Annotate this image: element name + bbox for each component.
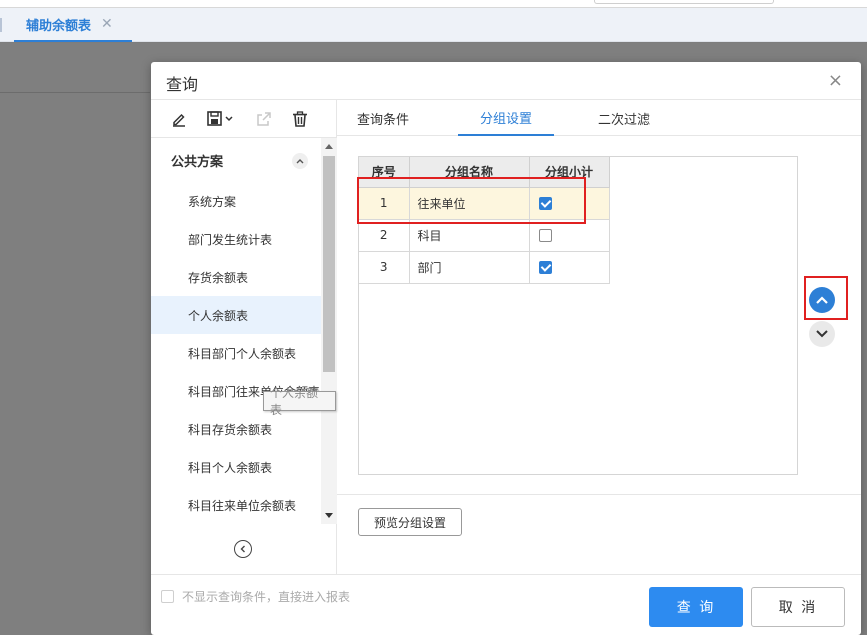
tab-query-conditions[interactable]: 查询条件 [357,100,409,136]
header-no: 序号 [359,157,410,188]
move-down-icon[interactable] [809,321,835,347]
scroll-down-arrow[interactable] [325,513,333,518]
item-tooltip: 个人余额表 [263,386,336,417]
tab-secondary-filter[interactable]: 二次过滤 [598,100,650,136]
tab-separator [0,18,2,32]
cell-no: 3 [359,251,410,284]
table-row[interactable]: 2 科目 [359,219,610,252]
group-table: 序号 分组名称 分组小计 1 往来单位 2 科目 3 部门 [359,157,610,284]
scroll-up-arrow[interactable] [325,144,333,149]
cell-group-name[interactable]: 部门 [409,251,530,284]
subtotal-checkbox[interactable] [538,197,552,210]
save-icon[interactable] [206,108,236,130]
query-button[interactable]: 查 询 [649,587,743,627]
settings-tabs: 查询条件 分组设置 二次过滤 [337,100,861,136]
list-item[interactable]: 科目部门个人余额表 [151,334,321,372]
tab-group-settings[interactable]: 分组设置 [458,100,554,136]
dialog-footer: 不显示查询条件，直接进入报表 查 询 取 消 [151,574,861,635]
preview-group-button[interactable]: 预览分组设置 [358,508,462,536]
skip-conditions-label: 不显示查询条件，直接进入报表 [182,590,351,604]
cell-no: 1 [359,187,410,220]
dialog-close-icon[interactable]: × [828,70,843,91]
cell-subtotal [529,251,610,284]
table-header-row: 序号 分组名称 分组小计 [359,157,610,188]
search-box-edge[interactable] [594,0,774,4]
background-divider [0,92,150,93]
tab-aux-balance[interactable]: 辅助余额表 ✕ [14,8,132,42]
scheme-list: 公共方案 系统方案 部门发生统计表 存货余额表 个人余额表 科目部门个人余额表 科目部门往… [151,138,337,524]
cell-group-name[interactable]: 科目 [409,219,530,252]
list-item[interactable]: 个人余额表 [151,296,321,334]
list-item[interactable]: 系统方案 [151,182,321,220]
list-item[interactable]: 科目个人余额表 [151,448,321,486]
list-item[interactable]: 存货余额表 [151,258,321,296]
tab-close-icon[interactable]: ✕ [101,16,113,32]
cell-no: 2 [359,219,410,252]
tab-label: 辅助余额表 [26,18,92,34]
settings-panel: 查询条件 分组设置 二次过滤 序号 分组名称 分组小计 1 往来单位 2 科目 3 部门 … [337,100,861,574]
list-item[interactable]: 科目往来单位余额表 [151,486,321,524]
skip-conditions-option[interactable]: 不显示查询条件，直接进入报表 [161,588,350,605]
cancel-button[interactable]: 取 消 [751,587,845,627]
header-group-name: 分组名称 [409,157,530,188]
tab-bar: 辅助余额表 ✕ [0,8,867,42]
skip-conditions-checkbox[interactable] [161,590,174,603]
panel-divider [337,494,861,495]
group-public-schemes[interactable]: 公共方案 [151,138,337,182]
table-row[interactable]: 3 部门 [359,251,610,284]
highlight-box-move-up [804,276,848,320]
query-dialog: 查询 × 公共方案 系统方案 部门发生统计表 存货余额表 个人余额表 科目部门个… [151,62,861,635]
cell-group-name[interactable]: 往来单位 [409,187,530,220]
cell-subtotal [529,187,610,220]
scrollbar-thumb[interactable] [323,156,335,372]
cell-subtotal [529,219,610,252]
header-subtotal: 分组小计 [529,157,610,188]
dialog-header: 查询 × [151,62,861,100]
group-label: 公共方案 [171,154,224,170]
collapse-panel-icon[interactable] [234,540,252,558]
scheme-toolbar [151,100,336,138]
table-row[interactable]: 1 往来单位 [359,187,610,220]
export-icon[interactable] [253,108,275,130]
group-grid: 序号 分组名称 分组小计 1 往来单位 2 科目 3 部门 [358,156,798,475]
scheme-list-scrollbar[interactable] [321,138,337,524]
top-bar [0,0,867,8]
delete-icon[interactable] [289,108,311,130]
subtotal-checkbox[interactable] [538,261,552,274]
dialog-title: 查询 [166,75,199,94]
scheme-panel: 公共方案 系统方案 部门发生统计表 存货余额表 个人余额表 科目部门个人余额表 科目部门往… [151,100,337,574]
list-item[interactable]: 部门发生统计表 [151,220,321,258]
edit-icon[interactable] [168,108,190,130]
chevron-up-icon[interactable] [292,153,308,169]
subtotal-checkbox[interactable] [538,229,552,242]
